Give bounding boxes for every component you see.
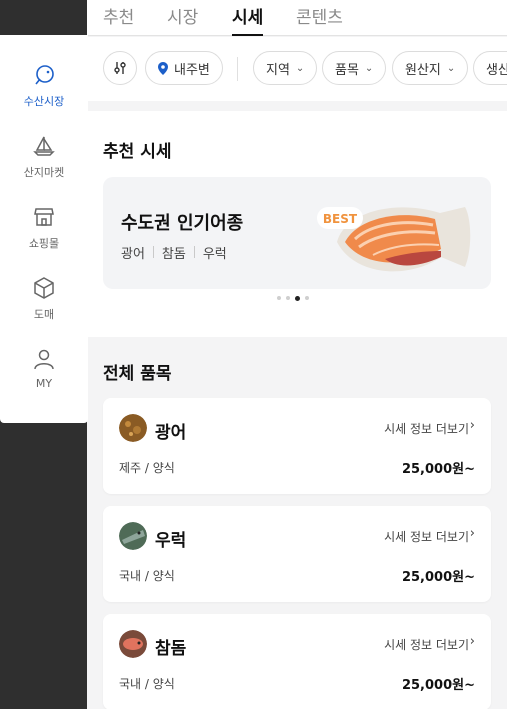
tab-contents[interactable]: 콘텐츠 xyxy=(296,3,343,35)
sidebar-item-label: MY xyxy=(35,377,53,390)
chevron-right-icon[interactable]: › xyxy=(470,526,475,541)
more-info-link[interactable]: 시세 정보 더보기 xyxy=(384,636,469,653)
sidebar-item-origin-market[interactable]: 산지마켓 xyxy=(0,134,88,180)
sliders-icon xyxy=(114,62,126,74)
location-label: 내주변 xyxy=(174,62,210,78)
tab-market[interactable]: 시장 xyxy=(167,3,198,35)
more-info-link[interactable]: 시세 정보 더보기 xyxy=(384,420,469,437)
recommend-banner[interactable]: 수도권 인기어종 광어 참돔 우럭 BEST xyxy=(103,177,491,289)
item-origin: 국내 / 양식 xyxy=(119,677,175,691)
item-origin: 제주 / 양식 xyxy=(119,461,175,475)
carousel-dots[interactable] xyxy=(277,295,309,301)
filter-divider xyxy=(237,57,238,81)
user-icon xyxy=(34,349,54,370)
chevron-down-icon: ⌄ xyxy=(446,62,456,74)
banner-tag: 참돔 xyxy=(161,247,186,262)
filter-production-label: 생산 xyxy=(486,62,507,78)
all-items-title: 전체 품목 xyxy=(103,364,172,384)
tab-recommend[interactable]: 추천 xyxy=(103,3,134,35)
sidebar-item-my[interactable]: MY xyxy=(0,347,88,390)
sidebar-item-label: 수산시장 xyxy=(23,95,65,108)
carousel-dot[interactable] xyxy=(277,296,281,300)
sidebar: 수산시장 산지마켓 쇼핑몰 도매 MY xyxy=(0,35,88,423)
sidebar-item-wholesale[interactable]: 도매 xyxy=(0,276,88,322)
item-card-seabream[interactable]: 참돔 시세 정보 더보기 › 국내 / 양식 25,000원~ xyxy=(103,614,491,709)
carousel-dot-active[interactable] xyxy=(295,295,300,301)
recommend-title: 추천 시세 xyxy=(103,142,172,162)
location-pin-icon xyxy=(158,61,168,75)
chevron-right-icon[interactable]: › xyxy=(470,418,475,433)
location-chip[interactable]: 내주변 xyxy=(145,51,223,85)
filter-origin-label: 원산지 xyxy=(405,62,441,78)
item-thumbnail xyxy=(119,630,147,658)
box-icon xyxy=(34,277,54,299)
sidebar-item-label: 쇼핑몰 xyxy=(28,237,60,250)
item-card-rockfish[interactable]: 우럭 시세 정보 더보기 › 국내 / 양식 25,000원~ xyxy=(103,506,491,602)
store-icon xyxy=(34,208,54,226)
tab-price[interactable]: 시세 xyxy=(232,3,264,36)
tag-separator xyxy=(152,246,154,258)
more-info-link[interactable]: 시세 정보 더보기 xyxy=(384,528,469,545)
carousel-dot[interactable] xyxy=(286,296,290,300)
item-price: 25,000원~ xyxy=(401,462,475,477)
sidebar-item-label: 도매 xyxy=(33,308,55,321)
filter-bar: 내주변 지역 ⌄ 품목 ⌄ 원산지 ⌄ 생산 xyxy=(87,37,507,101)
banner-tag: 우럭 xyxy=(202,247,227,262)
banner-tag: 광어 xyxy=(121,247,145,262)
item-thumbnail xyxy=(119,522,147,550)
filter-settings-button[interactable] xyxy=(103,51,137,85)
chevron-right-icon[interactable]: › xyxy=(470,634,475,649)
item-price: 25,000원~ xyxy=(401,678,475,693)
filter-production[interactable]: 생산 xyxy=(473,51,507,85)
filter-item[interactable]: 품목 ⌄ xyxy=(322,51,387,85)
item-card-flatfish[interactable]: 광어 시세 정보 더보기 › 제주 / 양식 25,000원~ xyxy=(103,398,491,494)
item-name: 광어 xyxy=(155,423,187,443)
tag-separator xyxy=(193,246,195,258)
filter-region[interactable]: 지역 ⌄ xyxy=(253,51,318,85)
filter-item-label: 품목 xyxy=(335,62,359,78)
chevron-down-icon: ⌄ xyxy=(364,62,374,74)
filter-region-label: 지역 xyxy=(266,62,290,78)
item-name: 우럭 xyxy=(155,531,187,551)
fish-icon xyxy=(35,65,54,85)
item-price: 25,000원~ xyxy=(401,570,475,585)
banner-tags: 광어 참돔 우럭 xyxy=(121,243,227,262)
carousel-dot[interactable] xyxy=(305,296,309,300)
fish-sashimi-illustration: BEST xyxy=(317,207,471,272)
item-origin: 국내 / 양식 xyxy=(119,569,175,583)
chevron-down-icon: ⌄ xyxy=(295,62,305,74)
best-badge: BEST xyxy=(323,212,358,226)
item-thumbnail xyxy=(119,414,147,442)
filter-origin[interactable]: 원산지 ⌄ xyxy=(392,51,469,85)
main-content: 추천 시장 시세 콘텐츠 내주변 지역 ⌄ 품목 ⌄ 원산지 ⌄ 생산 추천 시… xyxy=(87,0,507,709)
sailboat-icon xyxy=(33,136,55,156)
sidebar-item-fish-market[interactable]: 수산시장 xyxy=(0,63,88,109)
top-tab-bar: 추천 시장 시세 콘텐츠 xyxy=(87,0,507,36)
item-name: 참돔 xyxy=(155,639,187,659)
sidebar-item-label: 산지마켓 xyxy=(23,166,65,179)
sidebar-item-shopping-mall[interactable]: 쇼핑몰 xyxy=(0,205,88,251)
banner-title: 수도권 인기어종 xyxy=(121,213,244,234)
